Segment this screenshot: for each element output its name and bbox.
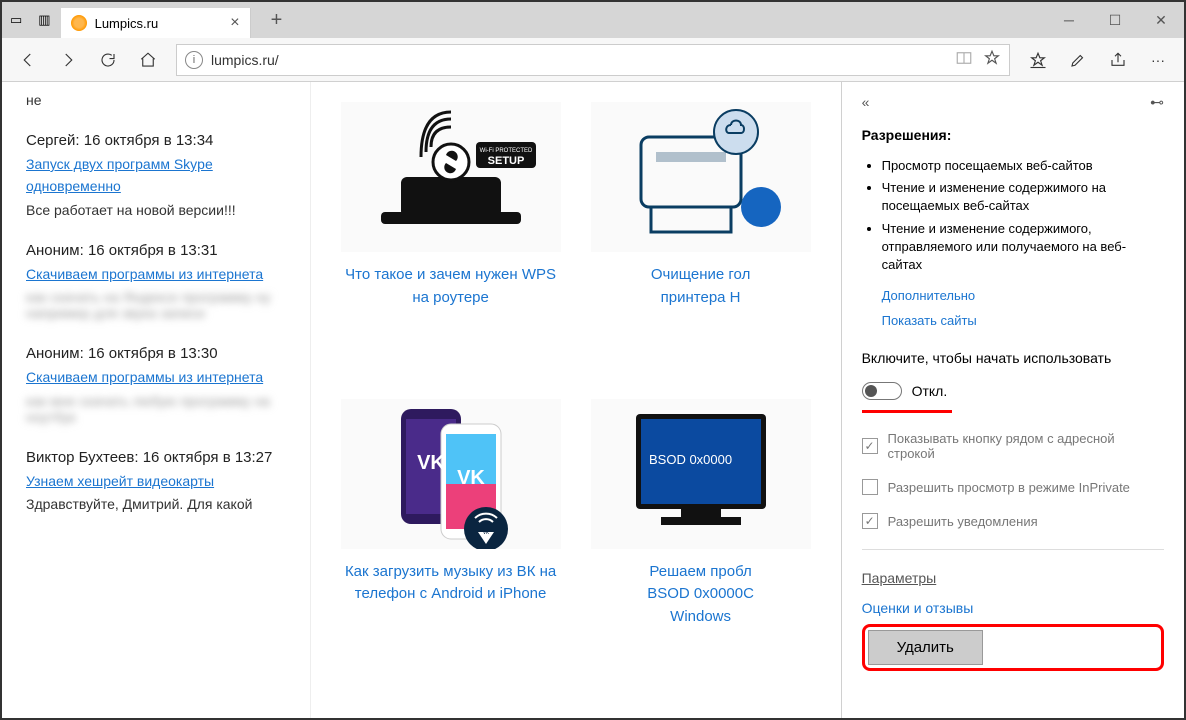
- permission-item: Чтение и изменение содержимого, отправля…: [882, 220, 1164, 275]
- forward-button[interactable]: [50, 42, 86, 78]
- favicon-icon: [71, 15, 87, 31]
- site-info-icon[interactable]: i: [185, 51, 203, 69]
- show-sites-link[interactable]: Показать сайты: [882, 313, 1164, 328]
- more-button[interactable]: ···: [1140, 42, 1176, 78]
- permissions-list: Просмотр посещаемых веб-сайтов Чтение и …: [862, 157, 1164, 278]
- articles-grid: Wi-Fi PROTECTED SETUP Что такое и зачем …: [311, 82, 841, 718]
- comment-link[interactable]: Скачиваем программы из интернета: [26, 266, 263, 282]
- comment-item: Сергей: 16 октября в 13:34 Запуск двух п…: [26, 132, 286, 218]
- article-card[interactable]: Очищение гол принтера H: [591, 102, 811, 379]
- permissions-heading: Разрешения:: [862, 127, 1164, 143]
- minimize-button[interactable]: ─: [1046, 2, 1092, 38]
- article-title: Очищение гол принтера H: [651, 264, 750, 309]
- comments-sidebar: не Сергей: 16 октября в 13:34 Запуск дву…: [2, 82, 311, 718]
- favorite-star-icon[interactable]: [983, 49, 1001, 70]
- checkbox-label: Разрешить просмотр в режиме InPrivate: [888, 480, 1130, 495]
- home-button[interactable]: [130, 42, 166, 78]
- maximize-button[interactable]: ☐: [1092, 2, 1138, 38]
- address-bar[interactable]: i lumpics.ru/: [176, 44, 1010, 76]
- favorites-button[interactable]: [1020, 42, 1056, 78]
- page-content: не Сергей: 16 октября в 13:34 Запуск дву…: [2, 82, 1184, 718]
- checkbox-label: Разрешить уведомления: [888, 514, 1038, 529]
- refresh-button[interactable]: [90, 42, 126, 78]
- comment-text: Здравствуйте, Дмитрий. Для какой: [26, 496, 286, 512]
- article-card[interactable]: VK VK vk Как загрузить музыку из ВК на т…: [341, 399, 561, 698]
- truncated-text: не: [26, 92, 286, 108]
- comment-blurred: как скачать на Яндексе программу ну напр…: [26, 289, 286, 321]
- enable-toggle[interactable]: [862, 382, 902, 400]
- article-card[interactable]: Wi-Fi PROTECTED SETUP Что такое и зачем …: [341, 102, 561, 379]
- comment-link[interactable]: Узнаем хешрейт видеокарты: [26, 473, 214, 489]
- tab-title: Lumpics.ru: [95, 16, 223, 31]
- svg-text:VK: VK: [457, 467, 485, 489]
- article-thumb: BSOD 0x0000: [591, 399, 811, 549]
- browser-tab[interactable]: Lumpics.ru ×: [61, 8, 251, 38]
- svg-text:vk: vk: [483, 530, 490, 536]
- svg-text:SETUP: SETUP: [487, 155, 524, 167]
- separator: [862, 549, 1164, 550]
- article-thumb: Wi-Fi PROTECTED SETUP: [341, 102, 561, 252]
- annotation-underline: [862, 410, 952, 413]
- comment-item: Виктор Бухтеев: 16 октября в 13:27 Узнае…: [26, 449, 286, 512]
- annotation-highlight: Удалить: [862, 624, 1164, 671]
- enable-label: Включите, чтобы начать использовать: [862, 350, 1164, 366]
- delete-button[interactable]: Удалить: [868, 630, 983, 665]
- article-thumb: [591, 102, 811, 252]
- comment-link[interactable]: Запуск двух программ Skype одновременно: [26, 156, 213, 194]
- close-window-button[interactable]: ✕: [1138, 2, 1184, 38]
- checkbox-inprivate[interactable]: [862, 479, 878, 495]
- bsod-overlay-text: BSOD 0x0000: [649, 452, 732, 467]
- checkbox-label: Показывать кнопку рядом с адресной строк…: [888, 431, 1164, 461]
- close-tab-icon[interactable]: ×: [230, 14, 239, 32]
- notes-button[interactable]: [1060, 42, 1096, 78]
- parameters-link[interactable]: Параметры: [862, 570, 1164, 586]
- comment-item: Аноним: 16 октября в 13:30 Скачиваем про…: [26, 345, 286, 424]
- toolbar: i lumpics.ru/ ···: [2, 38, 1184, 82]
- share-button[interactable]: [1100, 42, 1136, 78]
- comment-blurred: как мне скачать любую программу на ноутб…: [26, 393, 286, 425]
- more-link[interactable]: Дополнительно: [882, 288, 1164, 303]
- svg-text:Wi-Fi PROTECTED: Wi-Fi PROTECTED: [479, 148, 532, 154]
- checkbox-address-button[interactable]: [862, 438, 878, 454]
- tabs-aside-icon[interactable]: ▭: [10, 12, 22, 28]
- back-button[interactable]: [10, 42, 46, 78]
- toggle-state: Откл.: [912, 383, 948, 399]
- comment-link[interactable]: Скачиваем программы из интернета: [26, 369, 263, 385]
- article-thumb: VK VK vk: [341, 399, 561, 549]
- svg-text:VK: VK: [417, 452, 445, 474]
- pin-icon[interactable]: ⊷: [1150, 94, 1164, 111]
- comment-text: Все работает на новой версии!!!: [26, 202, 286, 218]
- extension-panel: « ⊷ Разрешения: Просмотр посещаемых веб-…: [841, 82, 1184, 718]
- article-title: Решаем пробл BSOD 0x0000C Windows: [647, 561, 754, 629]
- tabs-list-icon[interactable]: ▥: [38, 12, 50, 28]
- article-title: Что такое и зачем нужен WPS на роутере: [341, 264, 561, 309]
- new-tab-button[interactable]: +: [261, 9, 293, 32]
- permission-item: Чтение и изменение содержимого на посеща…: [882, 179, 1164, 215]
- titlebar: ▭ ▥ Lumpics.ru × + ─ ☐ ✕: [2, 2, 1184, 38]
- article-title: Как загрузить музыку из ВК на телефон с …: [341, 561, 561, 606]
- reading-view-icon[interactable]: [955, 49, 973, 70]
- url-text: lumpics.ru/: [211, 52, 955, 68]
- permission-item: Просмотр посещаемых веб-сайтов: [882, 157, 1164, 175]
- comment-item: Аноним: 16 октября в 13:31 Скачиваем про…: [26, 242, 286, 321]
- panel-back-icon[interactable]: «: [862, 94, 870, 111]
- article-card[interactable]: BSOD 0x0000 Решаем пробл BSOD 0x0000C Wi…: [591, 399, 811, 698]
- reviews-link[interactable]: Оценки и отзывы: [862, 600, 1164, 616]
- checkbox-notifications[interactable]: [862, 513, 878, 529]
